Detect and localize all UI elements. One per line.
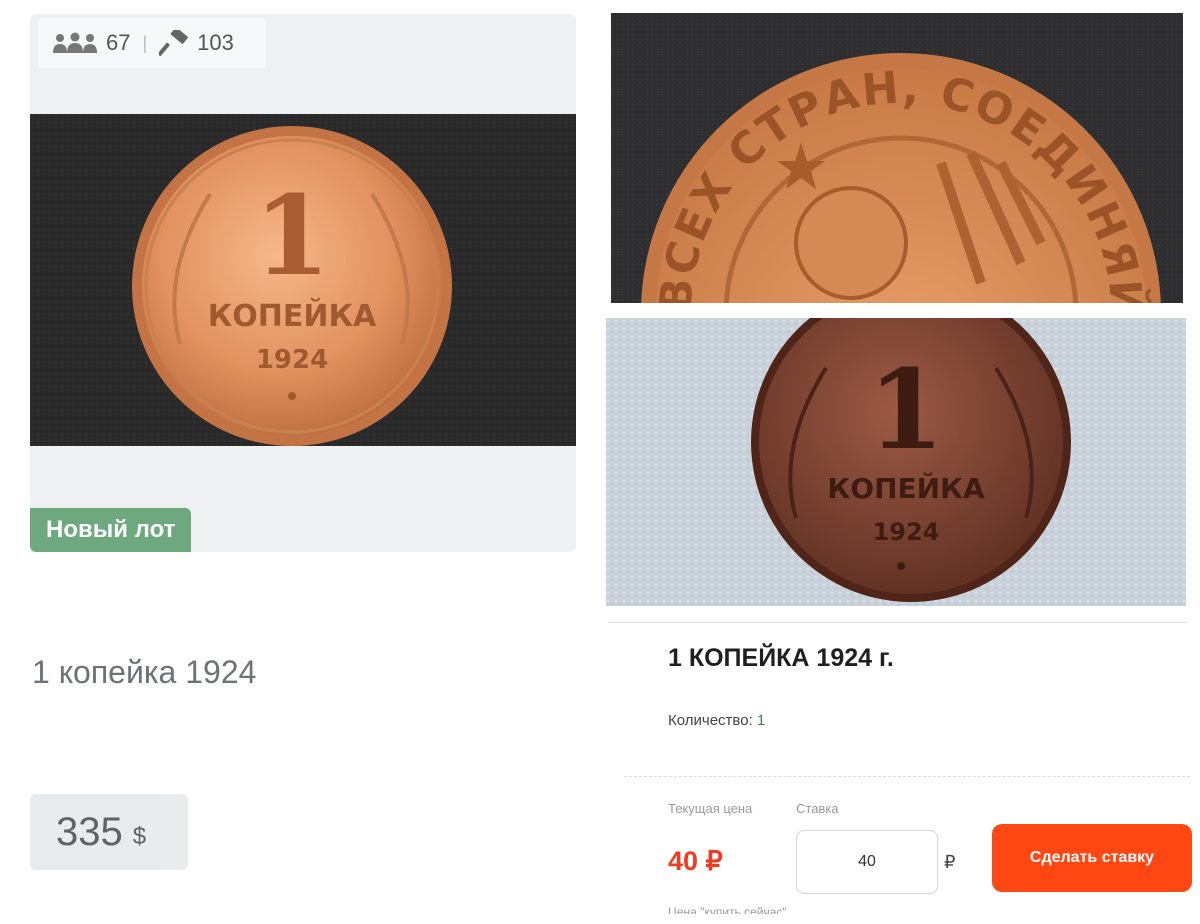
current-price-label: Текущая цена — [668, 801, 753, 816]
divider — [624, 776, 1190, 777]
coin-reverse-photo[interactable]: ВСЕХ СТРАН, СОЕДИНЯЙТЕСЬ! — [611, 13, 1183, 303]
lot-card[interactable]: 67 | 103 1 КОПЕЙКА 1924 Новый лот — [30, 14, 576, 552]
people-group-icon — [53, 32, 97, 53]
coin-year: 1924 — [256, 345, 328, 375]
coin-numeral: 1 — [868, 345, 945, 474]
buy-now-label: Цена "купить сейчас" — [668, 905, 787, 914]
price-box: 335 $ — [30, 794, 188, 870]
price-value: 335 — [56, 809, 123, 854]
divider — [608, 622, 1188, 623]
coin-emblem — [794, 186, 908, 300]
bids-count: 103 — [197, 30, 234, 55]
coin-numeral: 1 — [254, 171, 331, 300]
quantity-value: 1 — [756, 712, 766, 729]
coin-denomination: КОПЕЙКА — [208, 298, 377, 334]
quantity-label: Количество: — [668, 712, 753, 729]
quantity: Количество: 1 — [668, 712, 765, 729]
current-price: 40 ₽ — [668, 846, 723, 876]
price-currency: $ — [132, 823, 147, 850]
lot-stats: 67 | 103 — [38, 18, 266, 68]
watchers-count: 67 — [106, 30, 131, 55]
coin-year: 1924 — [873, 518, 940, 546]
coin-worn-photo[interactable]: 1 КОПЕЙКА 1924 — [606, 318, 1186, 606]
stats-separator: | — [142, 32, 148, 53]
bid-currency: ₽ — [944, 852, 956, 872]
lot-title[interactable]: 1 копейка 1924 — [32, 654, 256, 691]
place-bid-button[interactable]: Сделать ставку — [992, 824, 1192, 892]
bid-input[interactable] — [796, 830, 938, 894]
coin-photo[interactable]: 1 КОПЕЙКА 1924 — [30, 114, 576, 446]
lot-heading: 1 КОПЕЙКА 1924 г. — [668, 644, 894, 672]
coin-denomination: КОПЕЙКА — [827, 471, 985, 505]
gavel-icon — [159, 30, 189, 56]
new-lot-badge: Новый лот — [30, 508, 192, 552]
bid-label: Ставка — [796, 801, 839, 816]
